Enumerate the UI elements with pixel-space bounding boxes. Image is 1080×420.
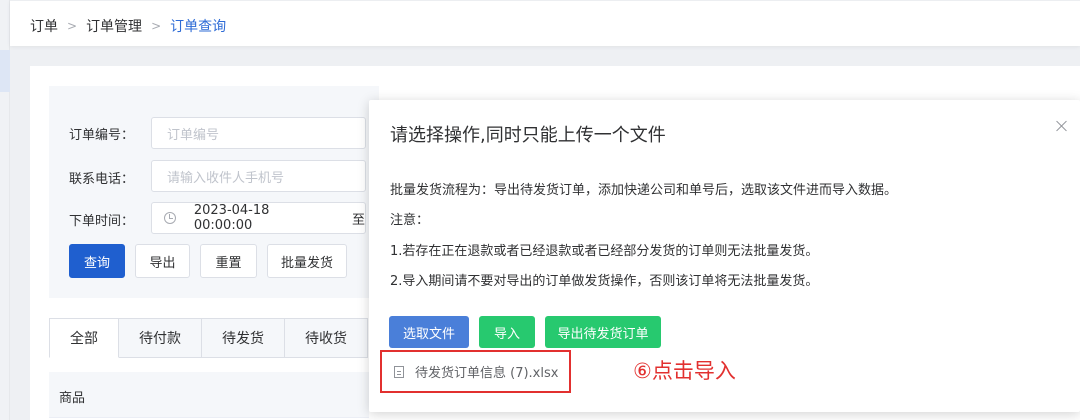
selected-file-item[interactable]: 待发货订单信息 (7).xlsx: [380, 350, 571, 393]
chevron-right-icon: >: [151, 19, 162, 33]
order-status-tabs: 全部 待付款 待发货 待收货: [49, 318, 368, 358]
dialog-note-label: 注意：: [390, 213, 430, 228]
date-range-picker[interactable]: 2023-04-18 00:00:00 至: [151, 202, 366, 234]
batch-ship-button[interactable]: 批量发货: [267, 244, 347, 278]
top-bar: 订单 > 订单管理 > 订单查询: [10, 0, 1080, 46]
dialog-flow-text: 批量发货流程为：导出待发货订单，添加快递公司和单号后，选取该文件进而导入数据。: [390, 183, 898, 198]
breadcrumb: 订单 > 订单管理 > 订单查询: [30, 16, 226, 36]
sidebar-active-indicator: [0, 50, 10, 92]
clock-icon: [164, 212, 176, 224]
order-no-placeholder: 订单编号: [167, 127, 220, 143]
selected-file-name: 待发货订单信息 (7).xlsx: [415, 366, 559, 381]
left-sidebar-strip: [0, 0, 10, 420]
export-pending-orders-button[interactable]: 导出待发货订单: [545, 316, 661, 348]
column-header-product: 商品: [59, 391, 86, 406]
breadcrumb-item-order-query: 订单查询: [170, 19, 227, 35]
select-file-button[interactable]: 选取文件: [389, 316, 469, 348]
reset-button[interactable]: 重置: [200, 244, 257, 278]
chevron-right-icon: >: [67, 19, 78, 33]
breadcrumb-item-order[interactable]: 订单: [30, 16, 58, 36]
date-range-separator: 至: [351, 212, 365, 228]
query-button[interactable]: 查询: [69, 244, 125, 278]
date-label: 下单时间：: [69, 214, 135, 229]
document-icon: [394, 365, 404, 378]
breadcrumb-item-order-management[interactable]: 订单管理: [86, 16, 142, 36]
phone-placeholder: 请输入收件人手机号: [167, 170, 285, 186]
date-start-value: 2023-04-18 00:00:00: [193, 203, 270, 233]
phone-label: 联系电话：: [69, 172, 135, 187]
step-annotation: ⑥点击导入: [633, 359, 736, 383]
phone-input[interactable]: 请输入收件人手机号: [151, 160, 366, 192]
tab-pending-receipt[interactable]: 待收货: [285, 318, 368, 358]
order-no-label: 订单编号：: [69, 128, 135, 143]
table-header: 商品: [49, 372, 369, 418]
close-icon[interactable]: [1054, 118, 1070, 134]
order-no-input[interactable]: 订单编号: [151, 117, 366, 149]
dialog-title: 请选择操作,同时只能上传一个文件: [390, 125, 666, 146]
tab-all[interactable]: 全部: [49, 318, 119, 358]
dialog-note-2: 2.导入期间请不要对导出的订单做发货操作，否则该订单将无法批量发货。: [390, 274, 819, 289]
tab-pending-shipment[interactable]: 待发货: [202, 318, 285, 358]
import-button[interactable]: 导入: [479, 316, 535, 348]
dialog-note-1: 1.若存在正在退款或者已经退款或者已经部分发货的订单则无法批量发货。: [390, 244, 819, 259]
export-button[interactable]: 导出: [135, 244, 190, 278]
tab-pending-payment[interactable]: 待付款: [119, 318, 202, 358]
